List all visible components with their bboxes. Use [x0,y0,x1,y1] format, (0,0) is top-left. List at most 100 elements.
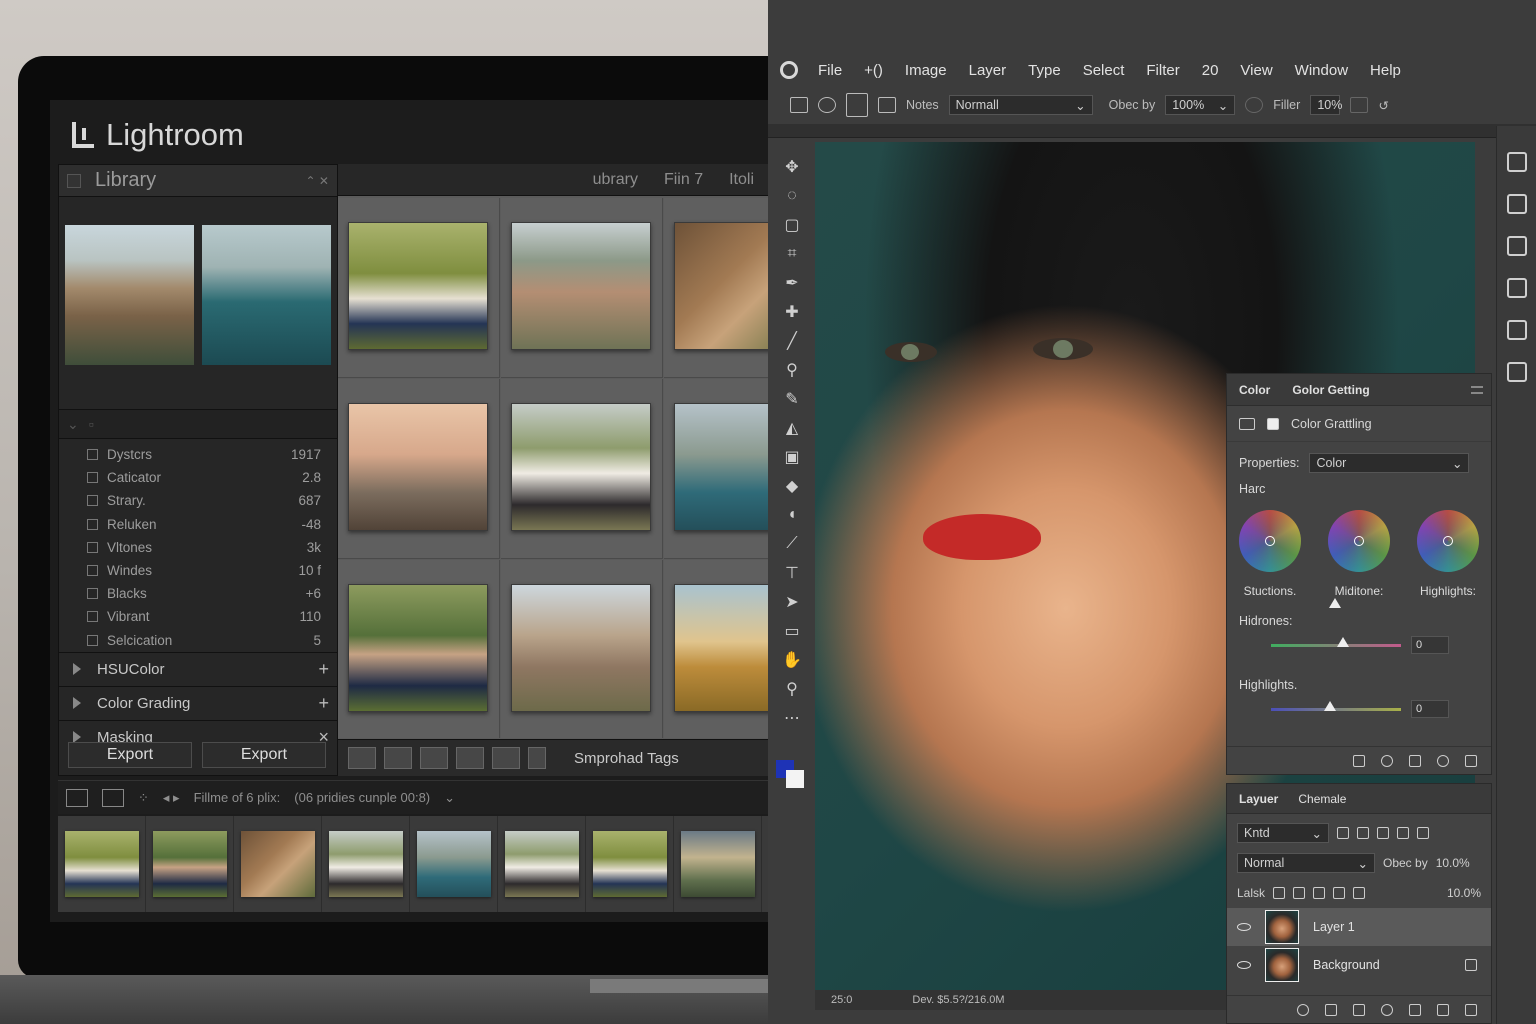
pen-panel-icon[interactable] [1506,320,1527,340]
toolbar-label[interactable]: Smprohad Tags [574,750,679,767]
airbrush-icon[interactable] [1350,97,1369,113]
visibility-icon[interactable] [1381,754,1393,767]
play-icon[interactable] [1267,417,1279,430]
adjustments-panel-icon[interactable] [1506,194,1527,214]
bucket-tool-icon[interactable]: ◭ [782,417,802,439]
undo-icon[interactable]: ↺ [1378,98,1388,113]
menu-image[interactable]: Image [905,62,947,79]
filmstrip-thumb[interactable] [680,831,755,897]
background-color[interactable] [786,770,804,788]
play-icon[interactable] [878,97,896,113]
slider-row[interactable]: Reluken -48 [67,513,329,536]
grid-dots-icon[interactable]: ⁘ [138,790,149,806]
channels-panel-icon[interactable] [1506,362,1527,382]
layer-mask-icon[interactable] [1239,417,1255,430]
slider-row[interactable]: Strary. 687 [67,489,329,512]
slider-value[interactable]: -48 [301,517,321,532]
layer-row[interactable]: Layer 1 [1227,908,1491,946]
filter-adjust-icon[interactable] [1357,827,1369,839]
new-layer-icon[interactable] [1437,1003,1449,1016]
menu-type[interactable]: Type [1028,62,1061,79]
photo-thumbnail[interactable] [511,584,651,712]
filmstrip-source[interactable]: (06 pridies cunple 00:8) [294,790,430,805]
survey-view-icon[interactable] [456,747,484,769]
library-panel-header[interactable]: Library ⌃ ✕ [59,165,337,197]
midtones-wheel[interactable] [1328,510,1390,572]
document-info[interactable]: Dev. $5.5?/216.0M [912,994,1004,1006]
photo-thumbnail[interactable] [674,584,768,712]
tool-preset-icon[interactable] [790,97,808,113]
accordion-color-grading[interactable]: Color Grading + [59,685,337,720]
wheel-handle[interactable] [1443,536,1453,546]
trash-icon[interactable] [1465,1003,1477,1016]
filmstrip-cell[interactable] [58,816,146,912]
tab-layers[interactable]: Layuer [1239,792,1278,806]
menu-3d[interactable]: 20 [1202,62,1219,79]
move-tool-icon[interactable]: ✥ [782,156,802,178]
chevron-down-icon[interactable]: ⌄ [67,416,79,433]
export-button[interactable]: Export [202,742,326,768]
trash-icon[interactable] [1465,754,1477,767]
properties-select[interactable]: Color ⌄ [1309,453,1470,473]
slider-row[interactable]: Dystcrs 1917 [67,443,329,466]
blend-mode-select[interactable]: Normall ⌄ [948,95,1093,115]
brush-size-icon[interactable] [846,93,868,117]
panel-divider[interactable]: ⌄ ▫ [59,409,337,439]
zoom-level[interactable]: 25:0 [831,994,852,1006]
lock-transparent-icon[interactable] [1273,887,1286,899]
photo-thumbnail[interactable] [674,222,768,350]
export-button[interactable]: Export [68,742,192,768]
layer-name[interactable]: Layer 1 [1313,920,1355,934]
wheel-handle[interactable] [1354,536,1364,546]
filmstrip-cell[interactable] [410,816,498,912]
filter-type-icon[interactable] [1377,827,1389,839]
crop-tool-icon[interactable]: ⌗ [782,243,802,265]
photo-thumbnail[interactable] [348,222,488,350]
slider-value[interactable]: 5 [313,633,321,648]
hue-slider[interactable] [1271,700,1401,711]
grid-cell[interactable] [664,560,768,738]
filmstrip-cell[interactable] [234,816,322,912]
filler-input[interactable]: 10% [1310,95,1342,115]
slider-value[interactable]: 2.8 [302,470,321,485]
grid-cell[interactable] [501,560,663,738]
slider-value[interactable]: 1917 [291,447,321,462]
filmstrip-thumb[interactable] [64,831,139,897]
grid-cell[interactable] [501,198,663,378]
filmstrip-thumb[interactable] [592,831,667,897]
slider-value[interactable]: 10 f [298,563,321,578]
checkbox[interactable] [87,449,98,461]
slider-value-input[interactable]: 0 [1411,636,1449,654]
grid-tab[interactable]: Itoli [729,171,754,189]
photoshop-logo-icon[interactable] [780,61,798,79]
filmstrip-cell[interactable] [146,816,234,912]
secondary-window-icon[interactable] [102,788,124,807]
color-swatches[interactable] [776,760,808,790]
brush-panel-icon[interactable] [1506,236,1527,256]
slider-value[interactable]: 687 [298,493,321,508]
hand-tool-icon[interactable]: ✋ [782,649,802,671]
eyedropper-tool-icon[interactable]: ✒ [782,272,802,294]
visibility-eye-icon[interactable] [1237,923,1251,931]
layer-filter-select[interactable]: Kntd ⌄ [1237,823,1329,843]
compare-view-icon[interactable] [420,747,448,769]
checkbox[interactable] [87,611,98,623]
photo-thumbnail[interactable] [511,222,651,350]
slider-row[interactable]: Blacks +6 [67,582,329,605]
checkbox[interactable] [87,495,98,507]
lock-all-icon[interactable] [1353,887,1366,899]
adjustment-layer-icon[interactable] [1381,1003,1393,1016]
menu-view[interactable]: View [1240,62,1272,79]
add-icon[interactable]: + [318,693,329,714]
checkbox[interactable] [87,518,98,530]
pen-tool-icon[interactable]: ⟋ [782,533,802,555]
navigator-thumb[interactable] [65,225,194,365]
lock-position-icon[interactable] [1313,887,1326,899]
add-icon[interactable]: + [318,659,329,680]
slider-value[interactable]: 110 [299,609,321,624]
grid-tab[interactable]: ubrary [593,171,638,189]
back-forward-icon[interactable]: ◂ ▸ [163,790,180,806]
menu-layer[interactable]: Layer [969,62,1007,79]
visibility-eye-icon[interactable] [1237,961,1251,969]
filmstrip-cell[interactable] [586,816,674,912]
